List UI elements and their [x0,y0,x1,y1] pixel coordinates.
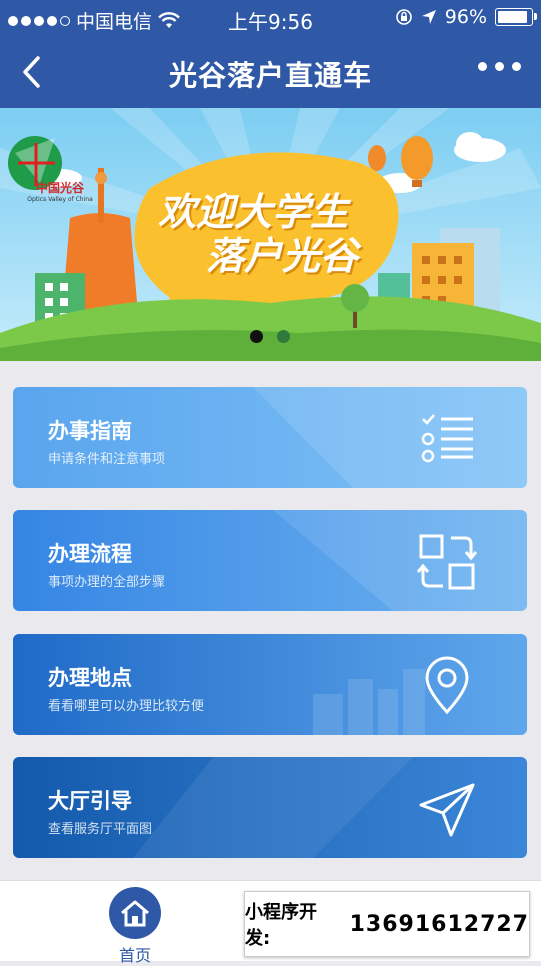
page-title: 光谷落户直通车 [168,59,372,92]
location-pin-icon [425,656,469,715]
menu-card-subtitle: 事项办理的全部步骤 [48,575,166,590]
menu-card-hall-guide[interactable]: 大厅引导 查看服务厅平面图 [13,757,527,858]
status-bar: 中国电信 上午9:56 96% [0,0,541,36]
promo-label: 小程序开发: [245,902,317,949]
carousel-indicator [250,330,290,343]
tab-home[interactable]: 首页 [108,887,162,966]
menu-card-title: 办理流程 [48,542,132,566]
more-dots-icon [478,62,487,71]
more-button[interactable] [478,62,521,71]
promo-phone: 13691612727 [349,911,529,937]
menu-card-subtitle: 看看哪里可以办理比较方便 [48,699,205,714]
banner-logo-subtext: Optics Valley of China [27,196,93,203]
menu-card-guide[interactable]: 办事指南 申请条件和注意事项 [13,387,527,488]
carousel-dot-2[interactable] [277,330,290,343]
tab-home-label: 首页 [118,946,151,965]
banner-headline-line2: 落户光谷 [206,234,359,278]
location-arrow-icon [421,10,436,24]
home-icon [121,900,149,927]
menu-card-subtitle: 查看服务厅平面图 [48,822,153,837]
checklist-icon [421,414,473,463]
status-right: 96% [395,6,537,28]
menu-card-title: 大厅引导 [48,789,132,813]
banner-headline-line1: 欢迎大学生 [158,190,349,234]
battery-percent: 96% [444,6,487,28]
promo-overlay: 小程序开发: 13691612727 [244,891,530,957]
rotation-lock-icon [395,9,412,25]
navigation-bar: 光谷落户直通车 [0,36,541,108]
home-icon-badge [109,887,161,939]
battery-icon [495,8,537,26]
navigation-arrow-icon [419,783,475,837]
banner-headline: 欢迎大学生 落户光谷 [158,190,388,278]
process-icon [417,534,477,590]
carousel-dot-1[interactable] [250,330,263,343]
banner-carousel[interactable]: 中国光谷 Optics Valley of China 欢迎大学生 落户光谷 [0,108,541,361]
menu-card-location[interactable]: 办理地点 看看哪里可以办理比较方便 [13,634,527,735]
menu-card-title: 办事指南 [48,419,132,443]
menu-card-subtitle: 申请条件和注意事项 [48,452,166,467]
menu-card-process[interactable]: 办理流程 事项办理的全部步骤 [13,510,527,611]
menu-card-title: 办理地点 [48,666,132,690]
banner-logo-text: 中国光谷 [35,181,84,195]
banner-logo: 中国光谷 Optics Valley of China [22,179,98,203]
